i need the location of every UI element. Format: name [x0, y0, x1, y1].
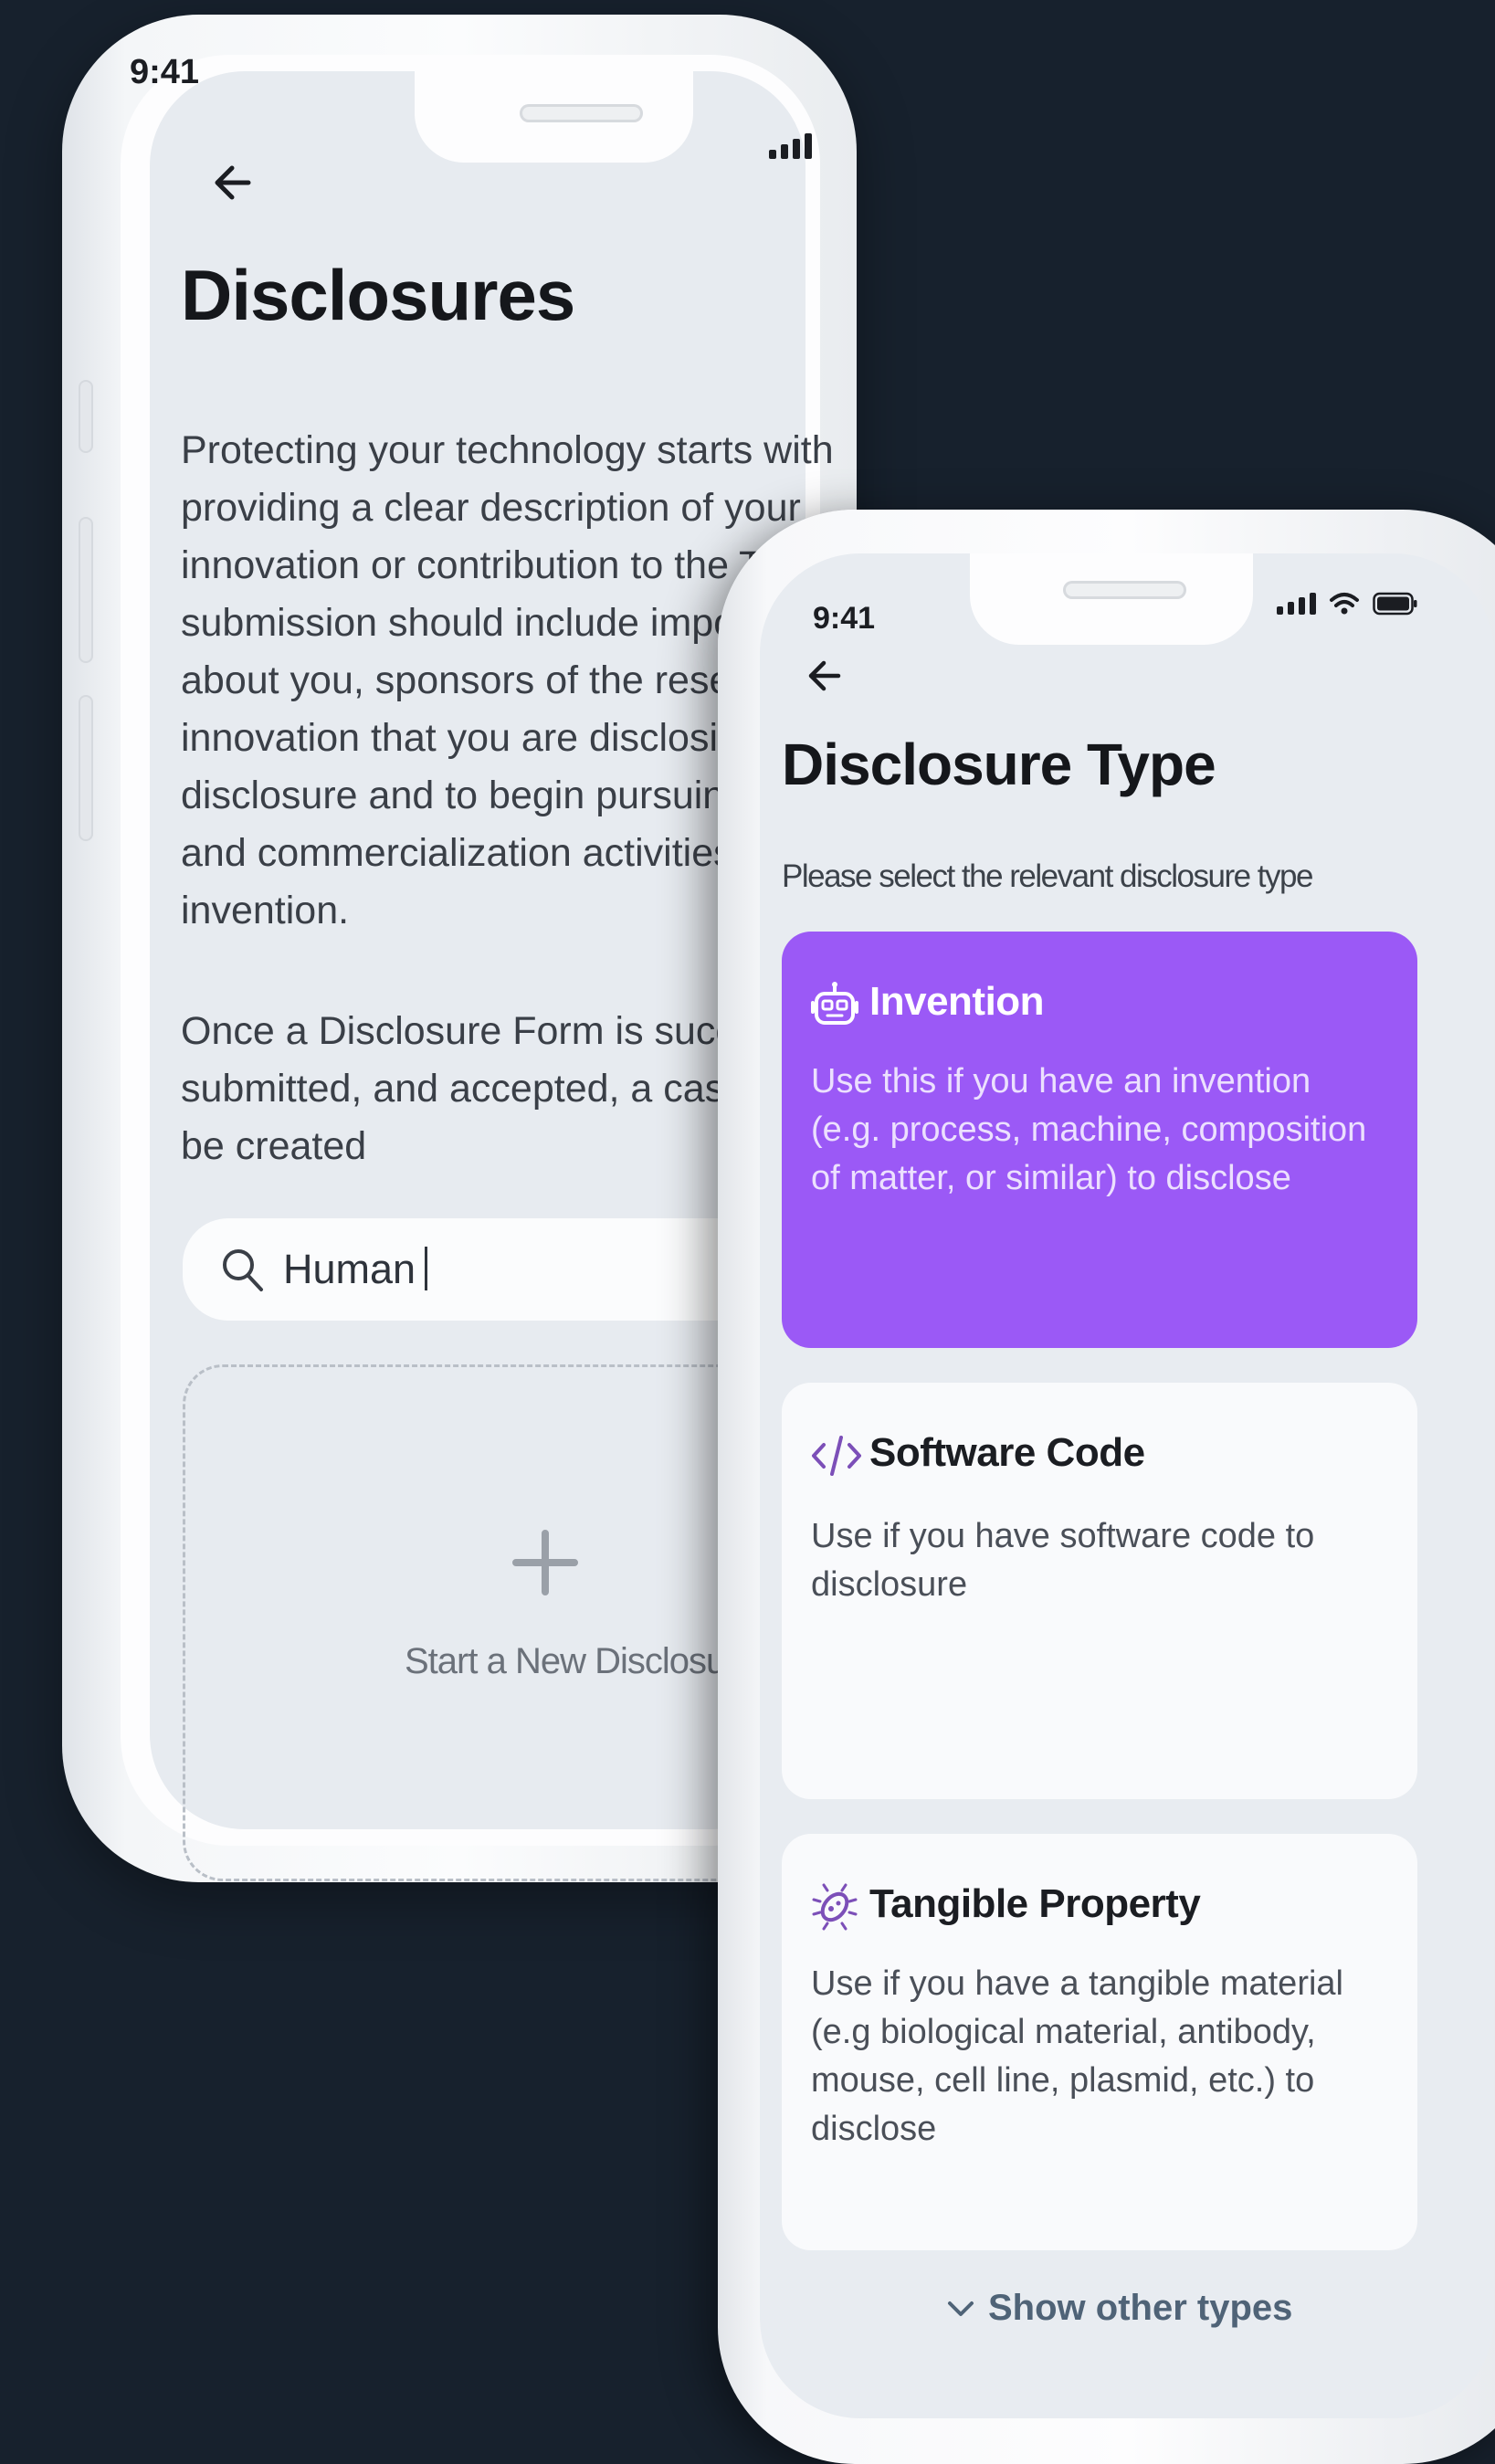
signal-icon — [1277, 593, 1316, 615]
page-subtitle: Please select the relevant disclosure ty… — [782, 858, 1313, 894]
disclosure-type-card-tangible-property[interactable]: Tangible Property Use if you have a tang… — [782, 1834, 1417, 2250]
signal-icon — [769, 133, 812, 159]
back-arrow-icon[interactable] — [804, 656, 848, 696]
molecule-icon — [812, 1883, 858, 1931]
show-other-types-button[interactable]: Show other types — [946, 2288, 1292, 2329]
notch — [970, 553, 1253, 645]
plus-icon — [512, 1530, 578, 1595]
disclosure-type-card-software-code[interactable]: Software Code Use if you have software c… — [782, 1383, 1417, 1799]
robot-icon — [811, 982, 858, 1025]
card-description: Use this if you have an invention (e.g. … — [811, 1062, 1367, 1197]
card-title: Software Code — [869, 1430, 1145, 1475]
disclosure-type-card-invention[interactable]: Invention Use this if you have an invent… — [782, 932, 1417, 1348]
search-input[interactable]: Human — [283, 1246, 428, 1293]
show-other-types-label: Show other types — [988, 2288, 1293, 2328]
mute-switch — [79, 380, 93, 453]
volume-down-button — [79, 695, 93, 841]
card-description: Use if you have software code to disclos… — [811, 1517, 1315, 1604]
card-title: Invention — [869, 979, 1045, 1024]
status-time: 9:41 — [130, 53, 200, 91]
battery-icon — [1373, 592, 1417, 616]
search-icon — [223, 1249, 263, 1291]
card-description: Use if you have a tangible material (e.g… — [811, 1964, 1343, 2148]
status-time: 9:41 — [813, 601, 876, 636]
page-title: Disclosures — [181, 255, 575, 335]
page-title: Disclosure Type — [782, 732, 1216, 797]
status-icons — [1277, 592, 1418, 616]
code-icon — [812, 1436, 861, 1476]
card-title: Tangible Property — [869, 1881, 1201, 1926]
wifi-icon — [1330, 593, 1359, 615]
speaker-grille — [1063, 581, 1186, 599]
new-disclosure-label: Start a New Disclosure — [405, 1641, 757, 1681]
speaker-grille — [520, 104, 643, 122]
back-arrow-icon[interactable] — [208, 160, 263, 205]
chevron-down-icon — [948, 2301, 974, 2316]
volume-up-button — [79, 517, 93, 663]
